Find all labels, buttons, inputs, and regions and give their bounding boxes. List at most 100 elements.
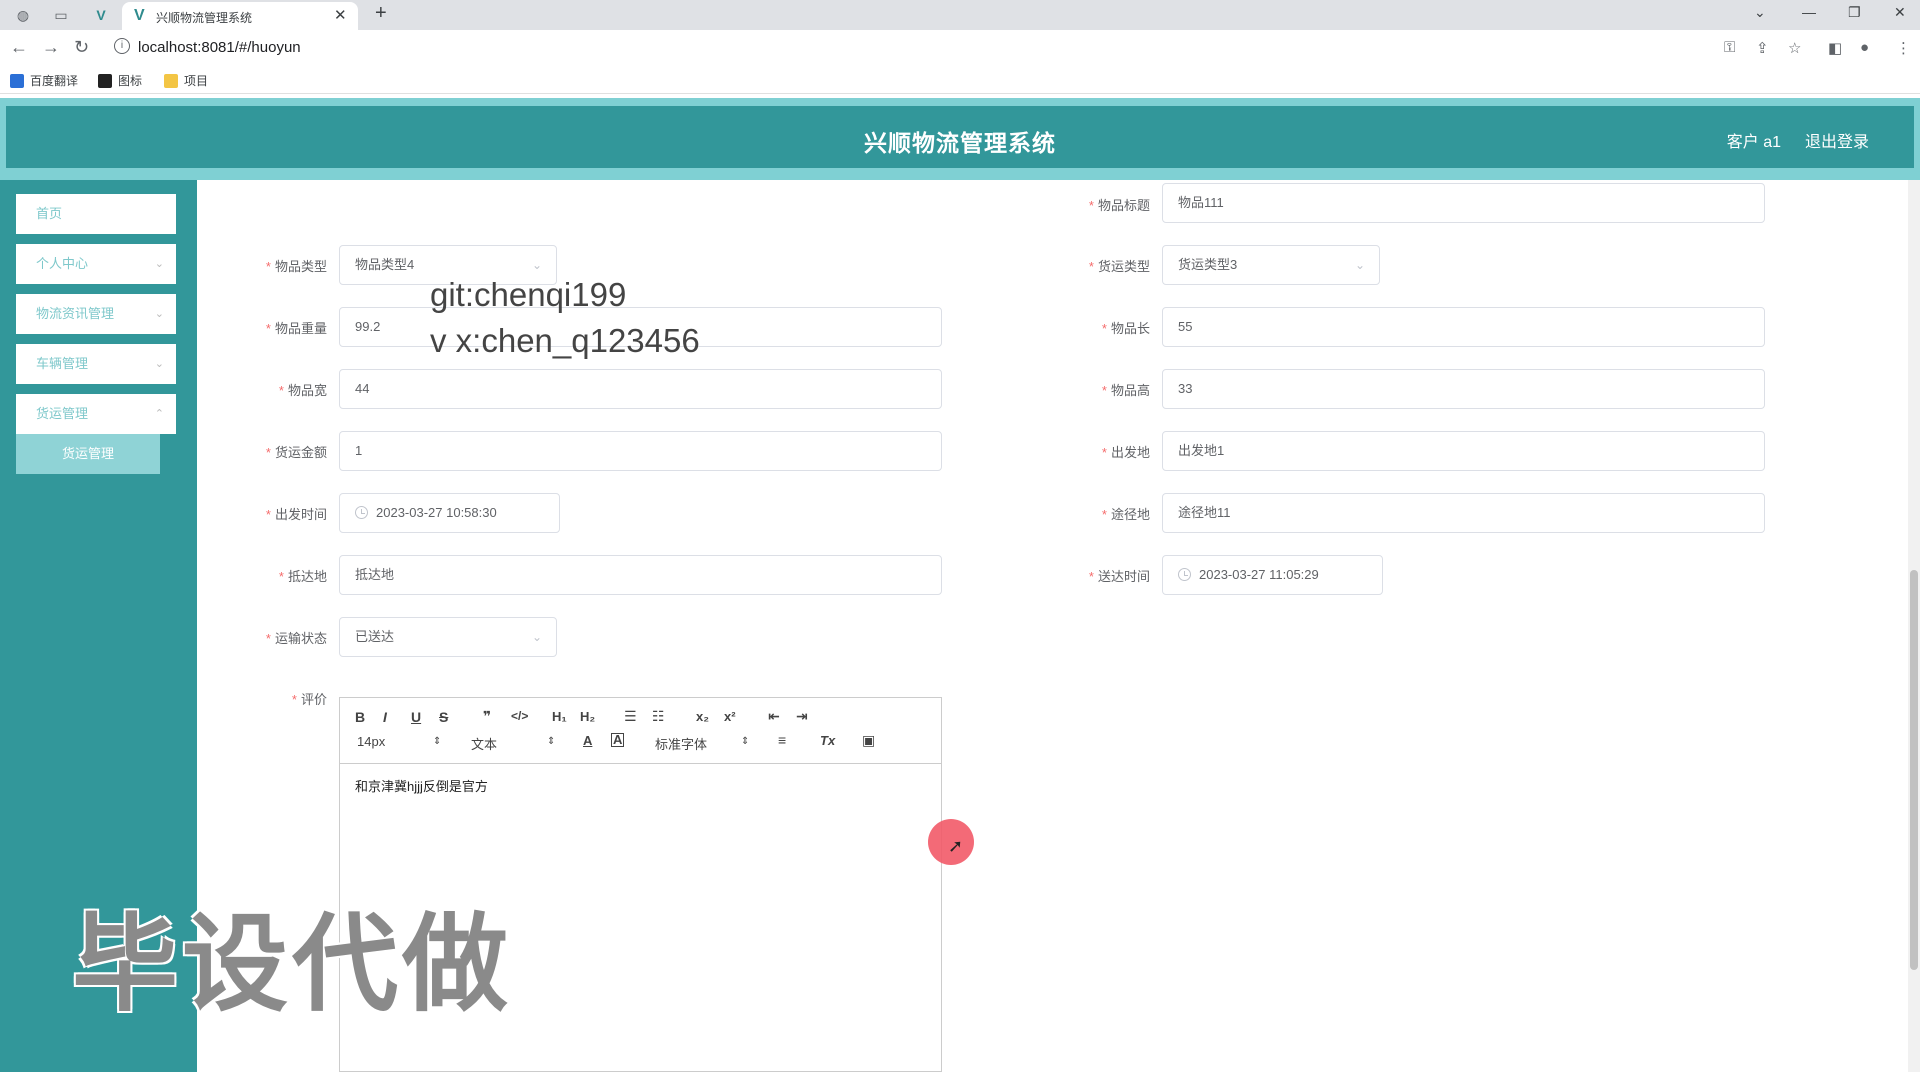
site-info-icon[interactable]: i xyxy=(114,38,130,54)
blank-tab-icon[interactable]: ▭ xyxy=(52,6,70,24)
length-input[interactable]: 55 xyxy=(1162,307,1765,347)
width-label: * 物品宽 xyxy=(278,383,327,398)
review-label: * 评价 xyxy=(291,692,327,707)
indent-icon[interactable]: ⇥ xyxy=(796,708,808,725)
chevron-down-icon: ⌄ xyxy=(154,308,164,320)
blockquote-icon[interactable]: ❞ xyxy=(483,708,491,725)
bookmarks-bar: 百度翻译 图标 项目 xyxy=(0,66,1920,94)
close-window-icon[interactable]: ✕ xyxy=(1894,4,1906,21)
underline-icon[interactable]: U xyxy=(411,709,421,725)
sidepanel-icon[interactable]: ◧ xyxy=(1828,39,1842,57)
mouse-cursor-icon: ➚ xyxy=(948,836,964,856)
arrive-time-picker[interactable]: 2023-03-27 11:05:29 xyxy=(1162,555,1383,595)
clear-format-icon[interactable]: Tx xyxy=(820,733,835,748)
weight-label: * 物品重量 xyxy=(265,321,327,336)
tab-title: 兴顺物流管理系统 xyxy=(156,11,253,25)
app-title: 兴顺物流管理系统 xyxy=(864,130,1056,156)
chevron-down-icon: ⌄ xyxy=(1354,258,1365,272)
logout-button[interactable]: 退出登录 xyxy=(1805,128,1869,152)
amount-input[interactable]: 1 xyxy=(339,431,942,471)
key-icon[interactable]: ⚿ xyxy=(1724,39,1735,56)
strikethrough-icon[interactable]: S xyxy=(439,709,448,725)
bold-icon[interactable]: B xyxy=(355,709,365,725)
freight-type-label: * 货运类型 xyxy=(1088,259,1150,274)
share-icon[interactable]: ⇪ xyxy=(1756,39,1769,57)
close-tab-icon[interactable]: ✕ xyxy=(334,6,347,24)
tab-search-icon[interactable]: ⌄ xyxy=(1754,4,1766,21)
minimize-icon[interactable]: — xyxy=(1802,4,1816,20)
editor-content[interactable]: 和京津冀hjjj反倒是官方 xyxy=(355,776,488,795)
sidebar-item-vehicles[interactable]: 车辆管理 ⌄ xyxy=(16,344,176,384)
image-icon[interactable]: ▣ xyxy=(862,732,875,749)
item-title-input[interactable]: 物品111 xyxy=(1162,183,1765,223)
current-user: 客户 a1 xyxy=(1726,134,1781,151)
origin-label: * 出发地 xyxy=(1101,445,1150,460)
italic-icon[interactable]: I xyxy=(383,709,387,725)
ordered-list-icon[interactable]: ☰ xyxy=(624,708,637,725)
scrollbar[interactable] xyxy=(1908,180,1920,1072)
amount-label: * 货运金额 xyxy=(265,445,327,460)
browser-tab-active[interactable]: V 兴顺物流管理系统 ✕ xyxy=(122,2,358,30)
item-title-label: * 物品标题 xyxy=(1088,198,1150,213)
arrive-time-label: * 送达时间 xyxy=(1088,569,1150,584)
clock-icon xyxy=(1178,568,1191,581)
menu-kebab-icon[interactable]: ⋮ xyxy=(1896,39,1911,57)
chevron-up-icon: ⌃ xyxy=(154,408,164,420)
chevron-down-icon: ⌄ xyxy=(154,358,164,370)
outdent-icon[interactable]: ⇤ xyxy=(768,708,780,725)
updown-icon: ⇕ xyxy=(547,736,556,747)
height-input[interactable]: 33 xyxy=(1162,369,1765,409)
code-icon[interactable]: </> xyxy=(511,709,528,723)
vue-logo-icon[interactable]: V xyxy=(92,6,110,24)
app-header: 兴顺物流管理系统 客户 a1 退出登录 xyxy=(6,106,1914,168)
submenu-freight-management[interactable]: 货运管理 xyxy=(16,434,160,474)
editor-toolbar: B I U S ❞ </> H₁ H₂ ☰ ☷ x₂ x² ⇤ ⇥ 14px ⇕ … xyxy=(340,698,941,764)
bookmark-item[interactable]: 项目 xyxy=(164,72,208,89)
depart-time-picker[interactable]: 2023-03-27 10:58:30 xyxy=(339,493,560,533)
length-label: * 物品长 xyxy=(1101,321,1150,336)
globe-icon[interactable]: ◍ xyxy=(14,6,32,24)
sidebar-item-freight[interactable]: 货运管理 ⌃ xyxy=(16,394,176,434)
star-icon[interactable]: ☆ xyxy=(1788,39,1801,57)
align-icon[interactable]: ≡ xyxy=(778,732,786,748)
item-type-label: * 物品类型 xyxy=(265,259,327,274)
folder-icon xyxy=(164,73,178,88)
forward-icon[interactable]: → xyxy=(42,37,60,58)
clock-icon xyxy=(355,506,368,519)
restore-icon[interactable]: ❐ xyxy=(1848,4,1861,21)
font-size-select[interactable]: 14px ⇕ xyxy=(357,734,442,749)
sidebar-item-news[interactable]: 物流资讯管理 ⌄ xyxy=(16,294,176,334)
bullet-list-icon[interactable]: ☷ xyxy=(652,708,665,725)
status-select[interactable]: 已送达 ⌄ xyxy=(339,617,557,657)
sidebar-item-profile[interactable]: 个人中心 ⌄ xyxy=(16,244,176,284)
translate-icon xyxy=(10,73,24,88)
destination-input[interactable]: 抵达地 xyxy=(339,555,942,595)
address-bar: ← → ↻ i localhost:8081/#/huoyun ⚿ ⇪ ☆ ◧ … xyxy=(0,30,1920,66)
url-input[interactable]: localhost:8081/#/huoyun xyxy=(138,39,301,56)
chevron-down-icon: ⌄ xyxy=(531,630,542,644)
width-input[interactable]: 44 xyxy=(339,369,942,409)
waypoint-input[interactable]: 途径地11 xyxy=(1162,493,1765,533)
heading2-icon[interactable]: H₂ xyxy=(580,709,595,724)
format-select[interactable]: 文本 ⇕ xyxy=(471,734,556,753)
superscript-icon[interactable]: x² xyxy=(724,709,736,724)
origin-input[interactable]: 出发地1 xyxy=(1162,431,1765,471)
background-color-icon[interactable]: A xyxy=(611,733,625,747)
reload-icon[interactable]: ↻ xyxy=(74,37,89,58)
bookmark-item[interactable]: 图标 xyxy=(98,72,142,89)
heading1-icon[interactable]: H₁ xyxy=(552,709,567,724)
subscript-icon[interactable]: x₂ xyxy=(696,709,709,724)
freight-type-select[interactable]: 货运类型3 ⌄ xyxy=(1162,245,1380,285)
profile-icon[interactable]: ● xyxy=(1860,39,1869,56)
depart-time-label: * 出发时间 xyxy=(265,507,327,522)
font-family-select[interactable]: 标准字体 ⇕ xyxy=(655,734,750,753)
new-tab-icon[interactable]: + xyxy=(375,2,387,25)
height-label: * 物品高 xyxy=(1101,383,1150,398)
font-color-icon[interactable]: A xyxy=(583,733,592,748)
back-icon[interactable]: ← xyxy=(10,37,28,58)
destination-label: * 抵达地 xyxy=(278,569,327,584)
bookmark-item[interactable]: 百度翻译 xyxy=(10,72,78,89)
scrollbar-thumb[interactable] xyxy=(1910,570,1918,970)
status-label: * 运输状态 xyxy=(265,631,327,646)
sidebar-item-home[interactable]: 首页 xyxy=(16,194,176,234)
